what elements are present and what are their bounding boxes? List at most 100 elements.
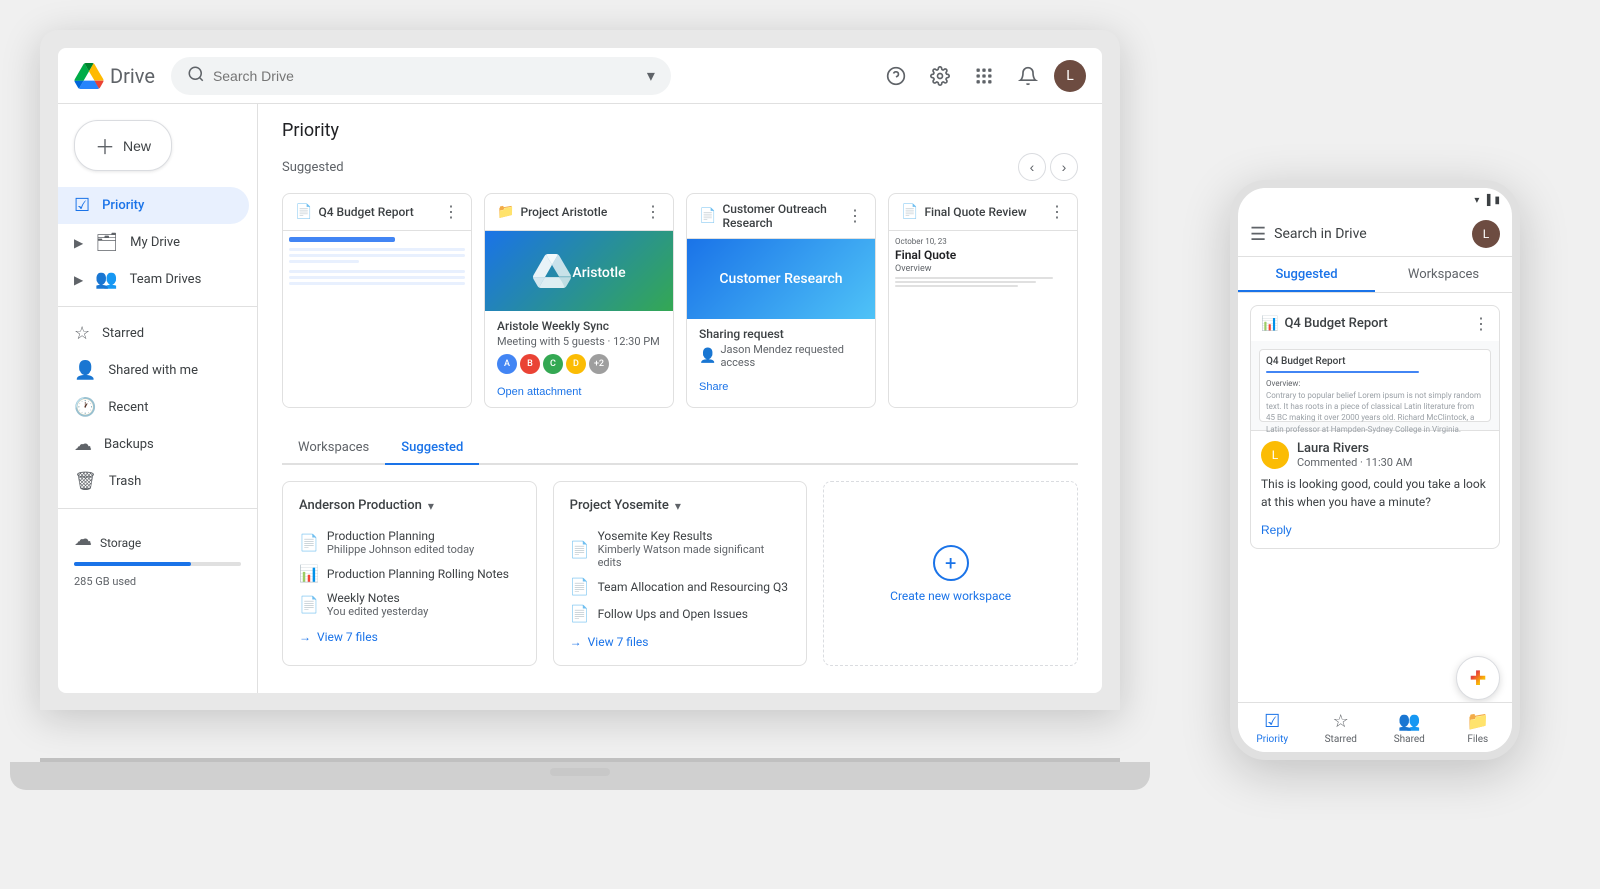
shared-icon: 👤 <box>74 360 96 381</box>
ws-file-rolling-notes[interactable]: 📊 Production Planning Rolling Notes <box>299 560 520 587</box>
star-icon: ☆ <box>74 323 90 344</box>
phone-reply-button[interactable]: Reply <box>1261 523 1292 537</box>
expand-arrow-icon: ▶ <box>74 236 83 250</box>
attendee-5: +2 <box>589 354 609 374</box>
phone-nav-starred-label: Starred <box>1325 734 1357 745</box>
nav-prev-button[interactable]: ‹ <box>1018 153 1046 181</box>
sidebar-item-recent[interactable]: 🕐 Recent <box>58 389 249 426</box>
battery-icon: ▮ <box>1494 195 1500 206</box>
apps-button[interactable] <box>966 58 1002 94</box>
phone-card-title-q4: Q4 Budget Report <box>1284 316 1387 331</box>
sidebar-item-starred[interactable]: ☆ Starred <box>58 315 249 352</box>
phone-nav-shared-label: Shared <box>1394 734 1425 745</box>
share-button[interactable]: Share <box>699 381 728 393</box>
file-card-q4-budget[interactable]: 📄 Q4 Budget Report ⋮ <box>282 193 472 408</box>
phone-nav-shared[interactable]: 👥 Shared <box>1375 703 1444 752</box>
phone-tab-workspaces[interactable]: Workspaces <box>1375 257 1512 292</box>
sidebar-item-shared[interactable]: 👤 Shared with me <box>58 352 249 389</box>
storage-bar-background <box>74 562 241 566</box>
suggested-cards: 📄 Q4 Budget Report ⋮ <box>282 193 1078 408</box>
quote-lines <box>895 277 1071 287</box>
card-body-customer: Sharing request 👤 Jason Mendez requested… <box>687 319 875 402</box>
card-menu-q4[interactable]: ⋮ <box>443 202 459 222</box>
phone-card-menu-q4[interactable]: ⋮ <box>1473 314 1489 333</box>
phone-nav-starred[interactable]: ☆ Starred <box>1307 703 1376 752</box>
storage-section: ☁ Storage 285 GB used <box>58 517 257 601</box>
expand-arrow-team-icon: ▶ <box>74 273 83 287</box>
nav-next-button[interactable]: › <box>1050 153 1078 181</box>
help-button[interactable] <box>878 58 914 94</box>
phone-nav-files[interactable]: 📁 Files <box>1444 703 1513 752</box>
card-meeting-title: Aristole Weekly Sync <box>497 319 661 333</box>
attendee-4: D <box>566 354 586 374</box>
sidebar-item-backups[interactable]: ☁ Backups <box>58 426 249 463</box>
nav-arrows: ‹ › <box>1018 153 1078 181</box>
priority-icon: ☑ <box>74 195 90 216</box>
sidebar-label-trash: Trash <box>109 474 141 489</box>
open-attachment-button[interactable]: Open attachment <box>497 386 581 398</box>
tab-suggested[interactable]: Suggested <box>385 432 479 465</box>
file-card-final-quote[interactable]: 📄 Final Quote Review ⋮ October 10, 23 Fi… <box>888 193 1078 408</box>
tab-workspaces[interactable]: Workspaces <box>282 432 385 465</box>
phone-screen: ▾ ▐ ▮ ☰ Search in Drive L Suggested <box>1238 188 1512 752</box>
card-title-aristotle: Project Aristotle <box>520 205 607 219</box>
card-menu-quote[interactable]: ⋮ <box>1049 202 1065 222</box>
aristotle-label: Aristotle <box>572 265 625 281</box>
quote-date: October 10, 23 <box>895 237 1071 246</box>
ws-file-follow-ups[interactable]: 📄 Follow Ups and Open Issues <box>570 600 791 627</box>
phone-fab[interactable]: ✚ <box>1456 656 1500 700</box>
phone-avatar[interactable]: L <box>1472 220 1500 248</box>
workspace-name-text-anderson: Anderson Production <box>299 498 422 513</box>
drive-main: ＋ New ☑ Priority ▶ 🗂 My Drive <box>58 104 1102 693</box>
person-icon: 👤 <box>699 348 716 364</box>
ws-file-key-results[interactable]: 📄 Yosemite Key Results Kimberly Watson m… <box>570 525 791 573</box>
phone-file-card-q4[interactable]: 📊 Q4 Budget Report ⋮ Q4 Budget Report <box>1250 305 1500 549</box>
drive-search-bar[interactable]: ▾ <box>171 57 671 95</box>
card-meeting-time: Meeting with 5 guests · 12:30 PM <box>497 335 661 348</box>
phone-nav-priority[interactable]: ☑ Priority <box>1238 703 1307 752</box>
laptop-screen: Drive ▾ <box>58 48 1102 693</box>
doc-icon-quote: 📄 <box>901 204 918 220</box>
file-card-aristotle[interactable]: 📁 Project Aristotle ⋮ <box>484 193 674 408</box>
ws-file-production-planning[interactable]: 📄 Production Planning Philippe Johnson e… <box>299 525 520 560</box>
arrow-icon-anderson: → <box>299 630 311 644</box>
sidebar-item-priority[interactable]: ☑ Priority <box>58 187 249 224</box>
quote-line-1 <box>895 277 1053 279</box>
storage-used-text: 285 GB used <box>74 575 136 588</box>
card-title-row-customer: 📄 Customer Outreach Research <box>699 202 847 230</box>
search-input[interactable] <box>213 68 639 84</box>
new-button[interactable]: ＋ New <box>74 120 172 171</box>
phone-thumb-doc: Q4 Budget Report Overview: Contrary to p… <box>1259 349 1491 422</box>
workspaces-tabs: Workspaces Suggested <box>282 432 1078 465</box>
phone-thumb-overview: Overview: <box>1266 379 1484 388</box>
settings-button[interactable] <box>922 58 958 94</box>
workspace-dropdown-anderson[interactable]: ▾ <box>428 499 434 513</box>
create-ws-label: Create new workspace <box>890 589 1011 603</box>
sidebar-item-team-drives[interactable]: ▶ 👥 Team Drives <box>58 261 249 298</box>
workspace-dropdown-yosemite[interactable]: ▾ <box>675 499 681 513</box>
view-all-yosemite[interactable]: → View 7 files <box>570 635 791 649</box>
notifications-button[interactable] <box>1010 58 1046 94</box>
ws-file-info-key-results: Yosemite Key Results Kimberly Watson mad… <box>598 529 791 569</box>
card-title-row-q4: 📄 Q4 Budget Report <box>295 204 414 220</box>
phone-menu-icon[interactable]: ☰ <box>1250 224 1266 245</box>
card-menu-aristotle[interactable]: ⋮ <box>645 202 661 222</box>
card-thumbnail-customer: Customer Research <box>687 239 875 319</box>
phone-tab-suggested[interactable]: Suggested <box>1238 257 1375 292</box>
sidebar-item-my-drive[interactable]: ▶ 🗂 My Drive <box>58 224 249 261</box>
phone-search-text[interactable]: Search in Drive <box>1274 226 1464 242</box>
ws-file-team-allocation[interactable]: 📄 Team Allocation and Resourcing Q3 <box>570 573 791 600</box>
ws-file-name-rolling: Production Planning Rolling Notes <box>327 567 520 581</box>
ws-file-meta-weekly: You edited yesterday <box>327 605 520 618</box>
user-avatar[interactable]: L <box>1054 60 1086 92</box>
ws-file-weekly-notes[interactable]: 📄 Weekly Notes You edited yesterday <box>299 587 520 622</box>
create-workspace-card[interactable]: + Create new workspace <box>823 481 1078 666</box>
file-card-customer[interactable]: 📄 Customer Outreach Research ⋮ Customer … <box>686 193 876 408</box>
phone-search-bar: ☰ Search in Drive L <box>1238 212 1512 257</box>
view-all-anderson[interactable]: → View 7 files <box>299 630 520 644</box>
sidebar-item-trash[interactable]: 🗑 Trash <box>58 463 249 500</box>
card-header-q4: 📄 Q4 Budget Report ⋮ <box>283 194 471 231</box>
card-menu-customer[interactable]: ⋮ <box>847 206 863 226</box>
phone-status-bar: ▾ ▐ ▮ <box>1238 188 1512 212</box>
new-button-label: New <box>123 138 151 154</box>
